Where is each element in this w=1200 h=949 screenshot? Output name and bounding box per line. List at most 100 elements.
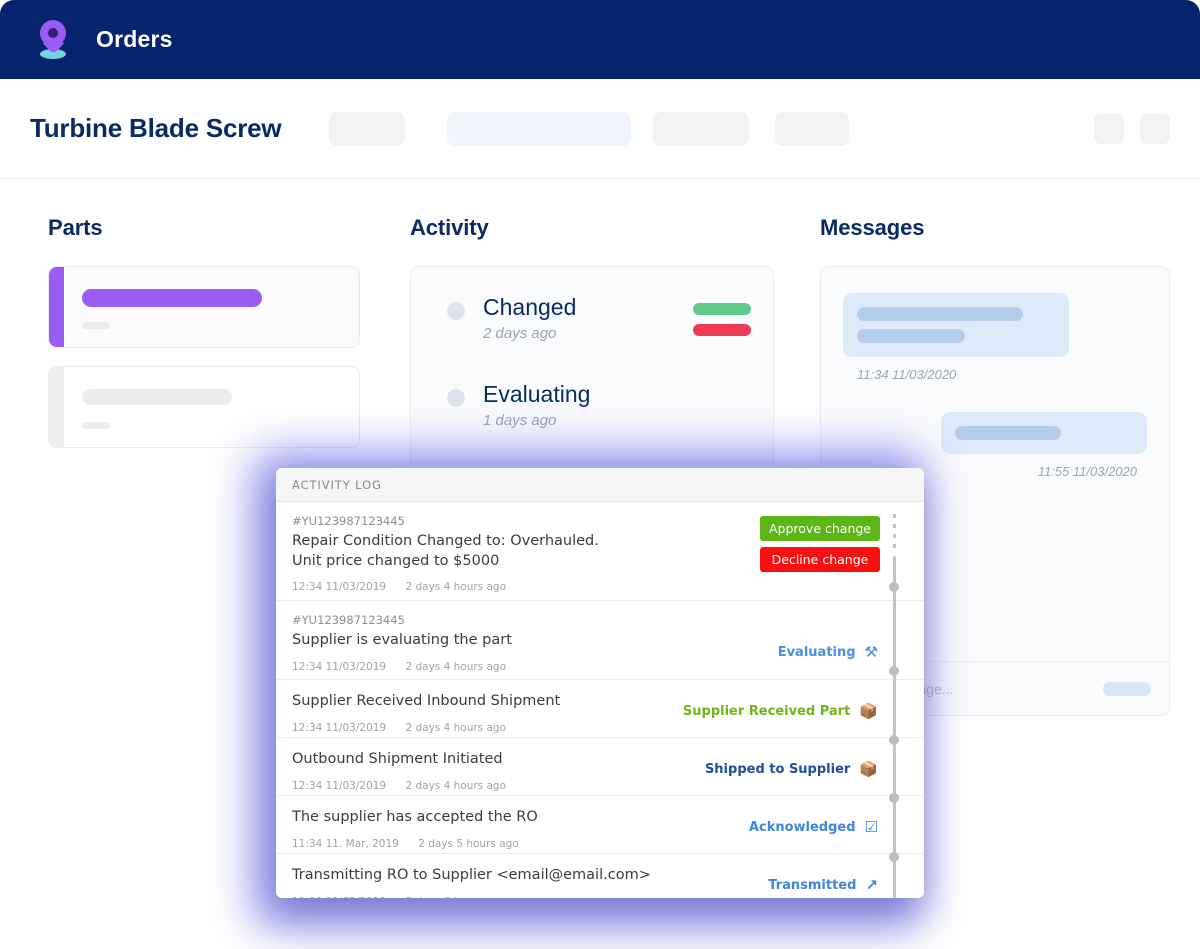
- wrench-screwdriver-icon: ⚒: [864, 643, 878, 661]
- activity-item-time: 1 days ago: [483, 412, 557, 430]
- toolbar-placeholder-2[interactable]: [447, 111, 632, 146]
- message-bubble-incoming: [843, 293, 1069, 357]
- log-row-relative-time: 2 days 4 hours ago: [405, 779, 507, 792]
- log-row-reference: #YU123987123445: [292, 514, 405, 528]
- activity-action-pills: [693, 303, 751, 336]
- log-row-actions: Approve change Decline change: [760, 516, 880, 572]
- timeline-node: [889, 735, 899, 745]
- activity-log-title: ACTIVITY LOG: [292, 477, 382, 492]
- page-title: Turbine Blade Screw: [30, 113, 282, 143]
- log-row-time: 12:34 11/03/2019: [292, 779, 387, 792]
- activity-item[interactable]: Changed 2 days ago: [411, 295, 773, 342]
- log-row-message: Transmitting RO to Supplier <email@email…: [292, 867, 651, 883]
- log-row-meta: 12:34 11/03/2019 2 days 4 hours ago: [292, 581, 804, 593]
- log-row-status: Supplier Received Part 📦: [682, 702, 878, 720]
- decline-pill[interactable]: [693, 324, 751, 336]
- part-accent-bar: [49, 367, 64, 447]
- log-row-relative-time: 2 days 4 hours ago: [405, 721, 507, 734]
- log-row-status: Shipped to Supplier 📦: [704, 760, 878, 778]
- screenshot-root: Orders Turbine Blade Screw Parts Activit…: [0, 0, 1200, 949]
- app-title: Orders: [96, 26, 173, 52]
- part-accent-bar: [49, 267, 64, 347]
- part-meta-placeholder: [82, 422, 110, 429]
- toolbar-placeholder-1[interactable]: [329, 111, 406, 146]
- messages-column-title: Messages: [820, 215, 925, 240]
- log-row-meta: 11:34 11. Mar, 2019 2 days 5 hours ago: [292, 838, 804, 850]
- approve-pill[interactable]: [693, 303, 751, 315]
- log-row-time: 12:34 11/03/2019: [292, 721, 387, 734]
- activity-log-row[interactable]: The supplier has accepted the RO 11:34 1…: [276, 796, 924, 854]
- activity-log-row[interactable]: #YU123987123445 Repair Condition Changed…: [276, 502, 924, 601]
- log-row-meta: 11:00 11/03/2019 2 days 6 hours ago: [292, 896, 804, 898]
- log-row-meta: 12:34 11/03/2019 2 days 4 hours ago: [292, 661, 804, 673]
- toolbar-right-actions: [1094, 113, 1170, 144]
- message-bubble-outgoing: [941, 412, 1147, 454]
- log-row-relative-time: 2 days 5 hours ago: [418, 837, 519, 850]
- log-row-reference: #YU123987123445: [292, 613, 405, 627]
- log-row-status-label: Supplier Received Part: [682, 704, 851, 719]
- activity-status-dot: [447, 302, 465, 320]
- log-row-time: 11:00 11/03/2019: [292, 896, 386, 898]
- log-row-status: Evaluating ⚒: [777, 643, 878, 661]
- approve-change-button[interactable]: Approve change: [760, 516, 880, 541]
- timeline-node: [889, 666, 899, 676]
- message-text-placeholder: [857, 329, 965, 343]
- send-button-placeholder[interactable]: [1103, 681, 1151, 696]
- log-row-message: Supplier is evaluating the part: [292, 632, 512, 648]
- log-row-message: The supplier has accepted the RO: [292, 809, 538, 825]
- toolbar-placeholder-4[interactable]: [775, 111, 850, 146]
- log-row-message-secondary: Unit price changed to $5000: [292, 552, 500, 569]
- log-row-time: 12:34 11/03/2019: [292, 581, 387, 594]
- log-row-status: Transmitted ↗: [768, 876, 878, 894]
- activity-log-row[interactable]: Supplier Received Inbound Shipment 12:34…: [276, 680, 924, 738]
- activity-log-row[interactable]: #YU123987123445 Supplier is evaluating t…: [276, 601, 924, 680]
- activity-item-label: Changed: [483, 294, 577, 320]
- timeline-node: [889, 852, 899, 862]
- log-row-status-label: Acknowledged: [748, 820, 856, 835]
- timeline-node: [889, 582, 899, 592]
- activity-status-dot: [447, 389, 465, 408]
- toolbar-placeholder-3[interactable]: [653, 111, 750, 146]
- activity-log-timeline-rail[interactable]: [889, 502, 899, 898]
- log-row-meta: 12:34 11/03/2019 2 days 4 hours ago: [292, 722, 804, 734]
- message-text-placeholder: [955, 426, 1061, 440]
- green-box-icon: 📦: [859, 702, 878, 720]
- activity-log-panel: ACTIVITY LOG #YU123987123445 Repair Cond…: [276, 468, 924, 898]
- app-header: Orders: [0, 0, 1200, 79]
- blue-box-icon: 📦: [859, 760, 878, 778]
- checkbox-icon: ☑: [864, 818, 878, 836]
- part-name-placeholder: [82, 389, 232, 405]
- timeline-node: [889, 793, 899, 803]
- arrow-up-right-icon: ↗: [865, 876, 878, 894]
- log-row-time: 11:34 11. Mar, 2019: [292, 837, 399, 850]
- part-card-selected[interactable]: [48, 266, 360, 348]
- log-row-relative-time: 2 days 6 hours ago: [405, 896, 506, 898]
- activity-log-row[interactable]: Outbound Shipment Initiated 12:34 11/03/…: [276, 738, 924, 796]
- message-text-placeholder: [857, 307, 1023, 321]
- sub-header: Turbine Blade Screw: [0, 79, 1200, 179]
- log-row-time: 12:34 11/03/2019: [292, 660, 387, 673]
- activity-log-body: #YU123987123445 Repair Condition Changed…: [276, 502, 924, 898]
- activity-item[interactable]: Evaluating 1 days ago: [411, 382, 773, 429]
- timeline-line: [892, 556, 896, 898]
- activity-log-header: ACTIVITY LOG: [276, 468, 924, 502]
- log-row-relative-time: 2 days 4 hours ago: [405, 581, 507, 594]
- part-meta-placeholder: [82, 322, 110, 329]
- activity-column-title: Activity: [410, 215, 489, 240]
- log-row-status-label: Shipped to Supplier: [704, 762, 851, 777]
- part-name-placeholder: [82, 289, 262, 307]
- log-row-status: Acknowledged ☑: [748, 818, 878, 836]
- activity-log-row[interactable]: Transmitting RO to Supplier <email@email…: [276, 854, 924, 898]
- decline-change-button[interactable]: Decline change: [760, 547, 880, 572]
- timeline-dotted-segment: [892, 514, 896, 552]
- log-row-relative-time: 2 days 4 hours ago: [405, 660, 507, 673]
- log-row-status-label: Evaluating: [777, 645, 856, 660]
- toolbar-icon-button-2[interactable]: [1140, 113, 1170, 144]
- map-pin-icon: [30, 17, 76, 63]
- log-row-meta: 12:34 11/03/2019 2 days 4 hours ago: [292, 780, 804, 792]
- activity-item-label: Evaluating: [483, 381, 591, 408]
- parts-column-title: Parts: [48, 215, 103, 240]
- log-row-status-label: Transmitted: [768, 878, 857, 893]
- part-card[interactable]: [48, 366, 360, 448]
- toolbar-icon-button-1[interactable]: [1094, 113, 1124, 144]
